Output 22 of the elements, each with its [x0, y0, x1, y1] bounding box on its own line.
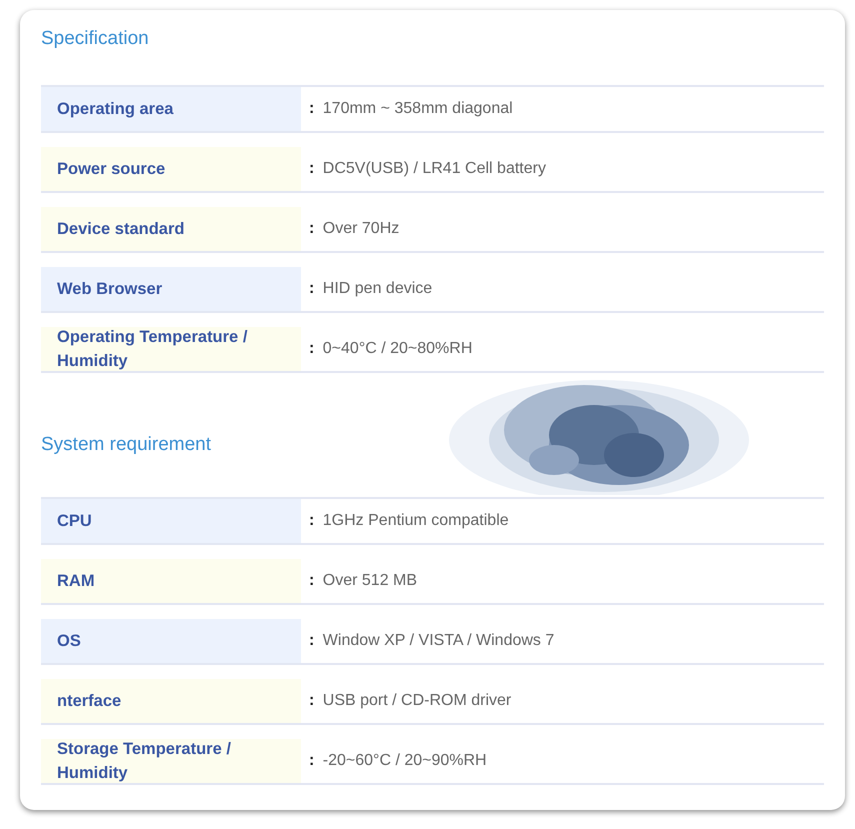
- row-value: : Window XP / VISTA / Windows 7: [308, 631, 556, 651]
- row-label: CPU: [41, 499, 301, 543]
- row-value: : 170mm ~ 358mm diagonal: [308, 99, 514, 119]
- row-label: RAM: [41, 559, 301, 603]
- row-label: Operating area: [41, 87, 301, 131]
- row-value: : Over 70Hz: [308, 219, 400, 239]
- row-value: : DC5V(USB) / LR41 Cell battery: [308, 159, 547, 179]
- row-value: : 0~40°C / 20~80%RH: [308, 339, 474, 359]
- row-label: Web Browser: [41, 267, 301, 311]
- row-label: Storage Temperature / Humidity: [41, 739, 301, 783]
- row-label: Operating Temperature / Humidity: [41, 327, 301, 371]
- section-title: Specification: [41, 28, 149, 50]
- row-value: : USB port / CD-ROM driver: [308, 691, 512, 711]
- row-value: : Over 512 MB: [308, 571, 418, 591]
- row-label: Power source: [41, 147, 301, 191]
- row-value: : HID pen device: [308, 279, 434, 299]
- section-title: System requirement: [41, 434, 212, 456]
- row-value: : -20~60°C / 20~90%RH: [308, 751, 488, 771]
- row-label: OS: [41, 619, 301, 663]
- row-label: Device standard: [41, 207, 301, 251]
- row-value: : 1GHz Pentium compatible: [308, 511, 510, 531]
- row-label: nterface: [41, 679, 301, 723]
